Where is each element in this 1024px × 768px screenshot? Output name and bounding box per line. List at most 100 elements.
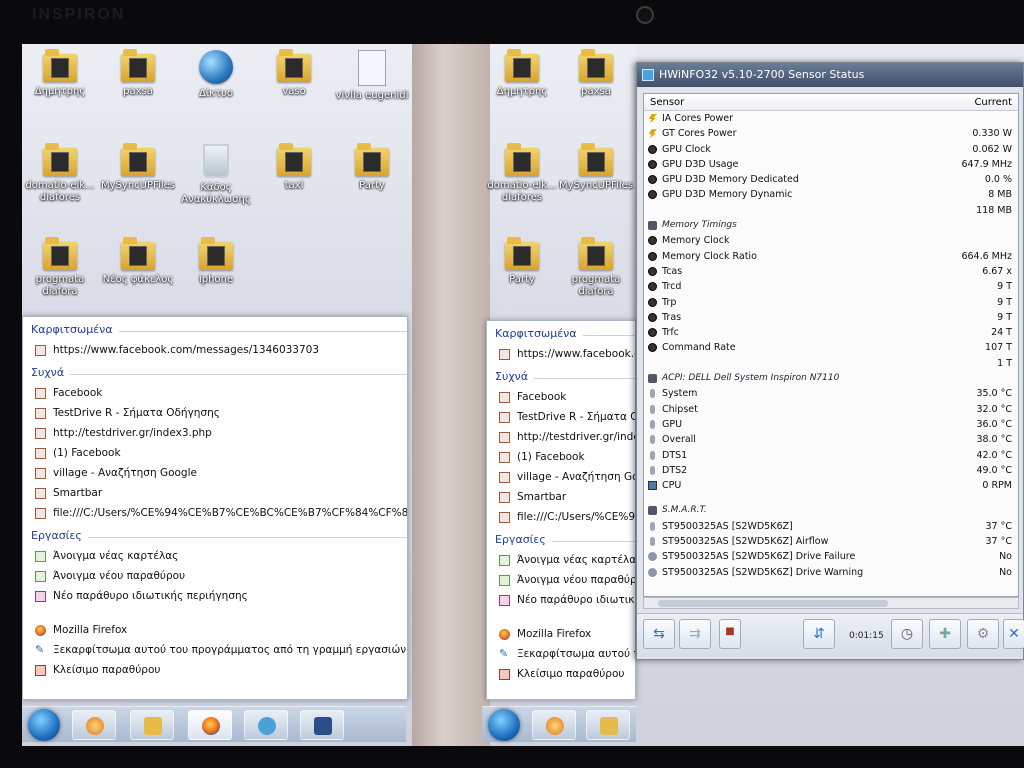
hwinfo-titlebar[interactable]: HWiNFO32 v5.10-2700 Sensor Status — [637, 63, 1023, 87]
jumplist-item[interactable]: village - Αναζήτηση Google — [23, 463, 407, 483]
desktop-icon-folder[interactable]: MySyncUPFiles — [556, 142, 636, 192]
sensor-row[interactable]: GPU D3D Memory Dynamic 8 MB — [644, 187, 1018, 202]
desktop-icon-folder[interactable]: progmata diafora — [22, 236, 100, 298]
sensor-row[interactable]: GPU D3D Usage 647.9 MHz — [644, 157, 1018, 172]
jumplist-item[interactable]: (1) Facebook — [23, 443, 407, 463]
jumplist-item[interactable]: (1) Facebook — [487, 447, 635, 467]
start-button[interactable] — [488, 709, 520, 741]
sensor-row[interactable]: Memory Clock — [644, 233, 1018, 248]
sensor-group-row[interactable]: ACPI: DELL Dell System Inspiron N7110 — [644, 371, 1018, 386]
start-button[interactable] — [28, 709, 60, 741]
new-window-task[interactable]: Άνοιγμα νέου παραθύρου — [23, 566, 407, 586]
close-window-item[interactable]: Κλείσιμο παραθύρου — [487, 664, 635, 684]
jumplist-item[interactable]: https://www.facebook.com/messages/134603… — [487, 344, 635, 364]
jumplist-item[interactable]: file:///C:/Users/%CE%94%CE%B7%CE%BC%CE%B… — [487, 507, 635, 527]
desktop-icon-doc[interactable]: vivlia eugenidi — [332, 48, 412, 102]
desktop-icon-folder[interactable]: paxsa — [98, 48, 178, 98]
sensor-row[interactable]: System 35.0 °C — [644, 386, 1018, 401]
sensor-row[interactable]: GPU 36.0 °C — [644, 417, 1018, 432]
sensor-row[interactable]: Command Rate 107 T — [644, 340, 1018, 355]
sensor-row[interactable]: Tcas 6.67 x — [644, 264, 1018, 279]
jumplist-item[interactable]: http://testdriver.gr/index3.php — [23, 423, 407, 443]
desktop-icon-folder[interactable]: MySyncUPFiles — [98, 142, 178, 192]
desktop-icon-folder[interactable]: vaso — [254, 48, 334, 98]
desktop-icon-folder[interactable]: progmata diafora — [556, 236, 636, 298]
jumplist-item[interactable]: TestDrive R - Σήματα Οδήγησης — [487, 407, 635, 427]
sensor-row[interactable]: ST9500325AS [S2WD5K6Z] Drive Warning No — [644, 565, 1018, 580]
sensor-column-header[interactable]: Sensor — [650, 94, 684, 111]
sensor-row[interactable]: Trp 9 T — [644, 295, 1018, 310]
desktop-icon-folder[interactable]: taxi — [254, 142, 334, 192]
sensor-group-row[interactable]: Memory Timings — [644, 218, 1018, 233]
collapse-button[interactable]: ⇉ — [679, 619, 711, 649]
jumplist-item[interactable]: Smartbar — [487, 487, 635, 507]
new-tab-task[interactable]: Άνοιγμα νέας καρτέλας — [487, 550, 635, 570]
sensor-group-row[interactable]: S.M.A.R.T. — [644, 503, 1018, 518]
close-button[interactable]: ✕ — [1003, 619, 1024, 649]
desktop-icon-folder[interactable]: domatio-eik... diafores — [22, 142, 100, 204]
desktop-icon-folder[interactable]: domatio-eik... diafores — [482, 142, 562, 204]
unpin-item[interactable]: ✎Ξεκαρφίτσωμα αυτού του προγράμματος από… — [23, 640, 407, 660]
private-window-task[interactable]: Νέο παράθυρο ιδιωτικής περιήγησης — [23, 586, 407, 606]
hwinfo-taskbar-button[interactable] — [300, 710, 344, 740]
sensor-row[interactable]: GPU D3D Memory Dedicated 0.0 % — [644, 172, 1018, 187]
sensor-row[interactable]: 118 MB — [644, 203, 1018, 218]
sensor-row[interactable]: ST9500325AS [S2WD5K6Z] Drive Failure No — [644, 549, 1018, 564]
open-firefox-item[interactable]: Mozilla Firefox — [487, 624, 635, 644]
sensor-row[interactable]: GPU Clock 0.062 W — [644, 142, 1018, 157]
sensor-row[interactable]: CPU 0 RPM — [644, 478, 1018, 493]
desktop-icon-folder[interactable]: paxsa — [556, 48, 636, 98]
close-window-item[interactable]: Κλείσιμο παραθύρου — [23, 660, 407, 680]
desktop-icon-bin[interactable]: Κάδος Ανακύκλωσης — [176, 142, 256, 206]
current-column-header[interactable]: Current — [974, 94, 1012, 111]
sensor-row[interactable]: ST9500325AS [S2WD5K6Z] 37 °C — [644, 519, 1018, 534]
unpin-item[interactable]: ✎Ξεκαρφίτσωμα αυτού του προγράμματος από… — [487, 644, 635, 664]
new-tab-task[interactable]: Άνοιγμα νέας καρτέλας — [23, 546, 407, 566]
media-player-taskbar-button[interactable] — [532, 710, 576, 740]
horizontal-scrollbar[interactable] — [643, 597, 1019, 609]
configure-button[interactable]: ⚙ — [967, 619, 999, 649]
sensor-row[interactable]: DTS1 42.0 °C — [644, 448, 1018, 463]
sensor-row[interactable]: Tras 9 T — [644, 310, 1018, 325]
sensor-row[interactable]: IA Cores Power — [644, 111, 1018, 126]
sms-taskbar-button[interactable] — [244, 710, 288, 740]
desktop-icon-folder[interactable]: Δημητρης — [482, 48, 562, 98]
new-window-task[interactable]: Άνοιγμα νέου παραθύρου — [487, 570, 635, 590]
jumplist-item[interactable]: http://testdriver.gr/index3.php — [487, 427, 635, 447]
desktop-icon-folder[interactable]: Party — [482, 236, 562, 286]
navigate-button[interactable]: ⇆ — [643, 619, 675, 649]
clock-button[interactable]: ◷ — [891, 619, 923, 649]
sensor-row[interactable]: Chipset 32.0 °C — [644, 402, 1018, 417]
jumplist-item[interactable]: Facebook — [23, 383, 407, 403]
jumplist-item[interactable]: file:///C:/Users/%CE%94%CE%B7%CE%BC%CE%B… — [23, 503, 407, 523]
desktop-icon-folder[interactable]: Νέος φάκελος — [98, 236, 178, 286]
open-firefox-item[interactable]: Mozilla Firefox — [23, 620, 407, 640]
jumplist-item[interactable]: village - Αναζήτηση Google — [487, 467, 635, 487]
jumplist-item[interactable]: Smartbar — [23, 483, 407, 503]
jumplist-item[interactable]: TestDrive R - Σήματα Οδήγησης — [23, 403, 407, 423]
desktop-icon-folder[interactable]: iphone — [176, 236, 256, 286]
sensor-row[interactable] — [644, 493, 1018, 503]
jumplist-item[interactable]: https://www.facebook.com/messages/134603… — [23, 340, 407, 360]
desktop-icon-globe[interactable]: Δίκτυο — [176, 48, 256, 100]
private-window-task[interactable]: Νέο παράθυρο ιδιωτικής περιήγησης — [487, 590, 635, 610]
media-player-taskbar-button[interactable] — [72, 710, 116, 740]
sensor-row[interactable]: 1 T — [644, 356, 1018, 371]
sensor-row[interactable]: Memory Clock Ratio 664.6 MHz — [644, 249, 1018, 264]
sensor-row[interactable]: GT Cores Power 0.330 W — [644, 126, 1018, 141]
settings-button[interactable]: ■ — [719, 619, 741, 649]
sensor-row[interactable]: ST9500325AS [S2WD5K6Z] Airflow 37 °C — [644, 534, 1018, 549]
sensor-row[interactable]: Trfc 24 T — [644, 325, 1018, 340]
sensor-row[interactable]: Trcd 9 T — [644, 279, 1018, 294]
network-button[interactable]: ⇵ — [803, 619, 835, 649]
sensor-list[interactable]: Sensor Current IA Cores Power GT Cores Po… — [643, 93, 1019, 597]
firefox-taskbar-button[interactable] — [188, 710, 232, 740]
explorer-taskbar-button[interactable] — [130, 710, 174, 740]
add-sensor-button[interactable]: ✚ — [929, 619, 961, 649]
jumplist-item[interactable]: Facebook — [487, 387, 635, 407]
scrollbar-thumb[interactable] — [658, 600, 888, 607]
explorer-taskbar-button[interactable] — [586, 710, 630, 740]
sensor-row[interactable]: Overall 38.0 °C — [644, 432, 1018, 447]
desktop-icon-folder[interactable]: Party — [332, 142, 412, 192]
desktop-icon-folder[interactable]: Δημητρης — [22, 48, 100, 98]
